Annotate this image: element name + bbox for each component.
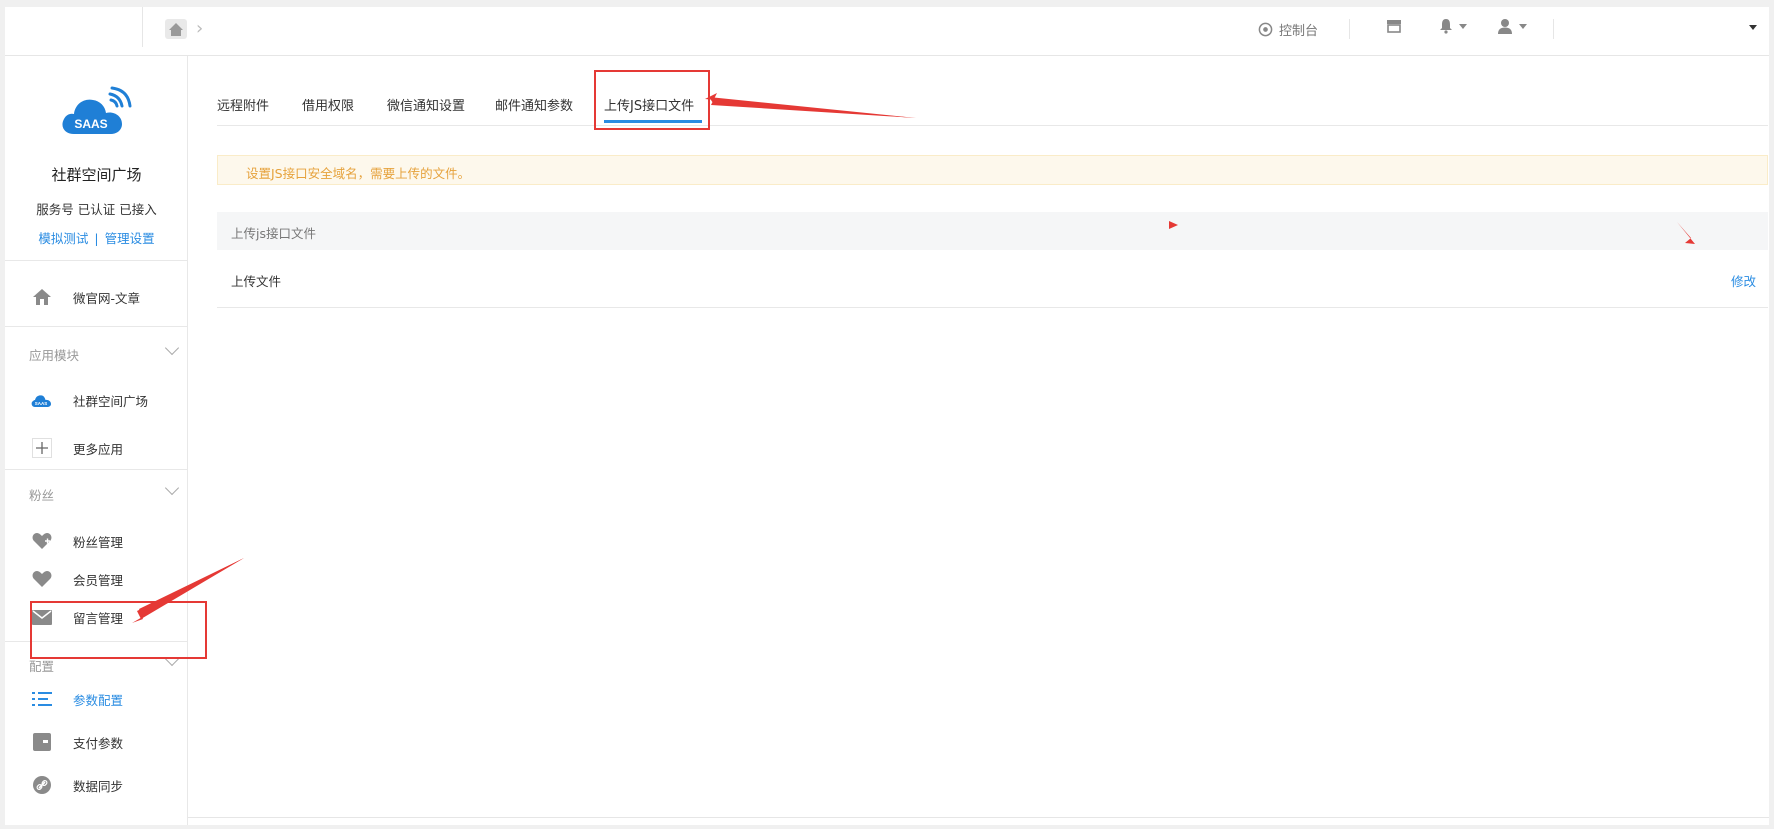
store-button[interactable] <box>1386 18 1402 34</box>
simulate-test-link[interactable]: 模拟测试 <box>38 231 88 246</box>
sidebar-item-community-square[interactable]: SAAS 社群空间广场 <box>5 383 188 417</box>
tab-wechat-notification[interactable]: 微信通知设置 <box>387 95 465 114</box>
topbar-divider <box>142 7 143 47</box>
sidebar-item-label: 数据同步 <box>73 778 124 794</box>
table-row: 上传文件 修改 <box>217 250 1768 308</box>
console-icon <box>1258 22 1273 36</box>
wallet-icon <box>30 732 54 752</box>
heart-icon <box>30 569 54 589</box>
heart-icon <box>30 531 54 551</box>
bell-icon <box>1440 19 1452 34</box>
chevron-down-icon <box>1459 23 1467 29</box>
account-links: 模拟测试 | 管理设置 <box>5 228 188 247</box>
sidebar-item-label: 微官网-文章 <box>73 290 141 306</box>
top-bar: › 控制台 <box>5 7 1769 56</box>
saas-logo: SAAS <box>62 86 132 134</box>
sidebar-item-label: 支付参数 <box>73 735 124 751</box>
annotation-box-sidebar <box>30 601 207 659</box>
sidebar-item-label: 更多应用 <box>73 441 124 457</box>
topbar-separator <box>1553 19 1554 39</box>
logo-text: SAAS <box>74 117 107 131</box>
tab-borrow-permission[interactable]: 借用权限 <box>302 95 354 114</box>
tabs-divider <box>217 125 1768 126</box>
panel-header: 上传js接口文件 <box>217 212 1768 250</box>
arrow-shaft-tab <box>709 97 916 118</box>
sidebar-group-label: 粉丝 <box>29 488 55 503</box>
topbar-separator <box>1349 19 1350 39</box>
tab-email-notification[interactable]: 邮件通知参数 <box>495 95 573 114</box>
console-label: 控制台 <box>1279 23 1319 39</box>
sidebar-group-label: 应用模块 <box>29 348 80 363</box>
sidebar-item-label: 会员管理 <box>73 572 124 588</box>
notification-menu[interactable] <box>1439 18 1467 34</box>
arrow-to-tab <box>705 93 916 118</box>
home-icon <box>30 287 54 307</box>
app-window: › 控制台 SAAS 社群空间广场 服务号 已认证 已接入 模拟测试 | 管理设… <box>5 7 1769 825</box>
saas-app-icon: SAAS <box>30 390 54 410</box>
sidebar-item-label: 粉丝管理 <box>73 534 124 550</box>
tab-remote-attachment[interactable]: 远程附件 <box>217 95 269 114</box>
chevron-down-icon <box>1519 23 1527 29</box>
sidebar-item-fans-management[interactable]: 粉丝管理 <box>5 524 188 558</box>
sidebar-item-more-apps[interactable]: 更多应用 <box>5 431 188 465</box>
sidebar-item-label: 社群空间广场 <box>73 393 149 409</box>
sidebar-group-modules[interactable]: 应用模块 <box>5 340 188 365</box>
plus-icon <box>30 438 54 458</box>
account-status: 服务号 已认证 已接入 <box>36 202 157 217</box>
store-icon <box>1387 20 1401 33</box>
sidebar-item-home[interactable]: 微官网-文章 <box>5 280 188 314</box>
sidebar-item-payment-params[interactable]: 支付参数 <box>5 725 188 759</box>
chevron-down-icon <box>164 480 180 496</box>
edit-link[interactable]: 修改 <box>1731 271 1756 290</box>
console-link[interactable]: 控制台 <box>1258 19 1318 39</box>
account-switch-dropdown[interactable] <box>1743 25 1757 30</box>
sidebar-divider <box>5 326 188 327</box>
row-label: 上传文件 <box>231 274 282 289</box>
chevron-down-icon <box>1749 25 1757 30</box>
info-alert: 设置JS接口安全域名，需要上传的文件。 <box>217 155 1768 185</box>
sidebar-item-data-sync[interactable]: 数据同步 <box>5 768 188 802</box>
content-bottom-border <box>188 817 1769 818</box>
user-menu[interactable] <box>1497 18 1527 34</box>
sidebar-item-parameter-config[interactable]: 参数配置 <box>5 682 188 716</box>
annotation-arrows <box>132 93 1695 623</box>
svg-text:SAAS: SAAS <box>35 401 48 406</box>
user-icon <box>1498 19 1512 34</box>
sidebar: SAAS 社群空间广场 服务号 已认证 已接入 模拟测试 | 管理设置 微官网-文章… <box>5 56 188 825</box>
manage-settings-link[interactable]: 管理设置 <box>105 231 155 246</box>
chevron-down-icon <box>164 340 180 356</box>
list-settings-icon <box>30 689 54 709</box>
sidebar-group-fans[interactable]: 粉丝 <box>5 480 188 505</box>
link-separator: | <box>94 231 99 246</box>
home-icon[interactable] <box>165 19 187 39</box>
account-name: 社群空间广场 <box>51 166 142 184</box>
sidebar-divider <box>5 469 188 470</box>
annotation-box-tab <box>594 70 710 130</box>
breadcrumb-chevron-icon: › <box>196 18 204 39</box>
sidebar-item-label: 参数配置 <box>73 692 124 708</box>
sidebar-item-member-management[interactable]: 会员管理 <box>5 562 188 596</box>
sidebar-divider <box>5 260 188 261</box>
link-icon <box>30 775 54 795</box>
